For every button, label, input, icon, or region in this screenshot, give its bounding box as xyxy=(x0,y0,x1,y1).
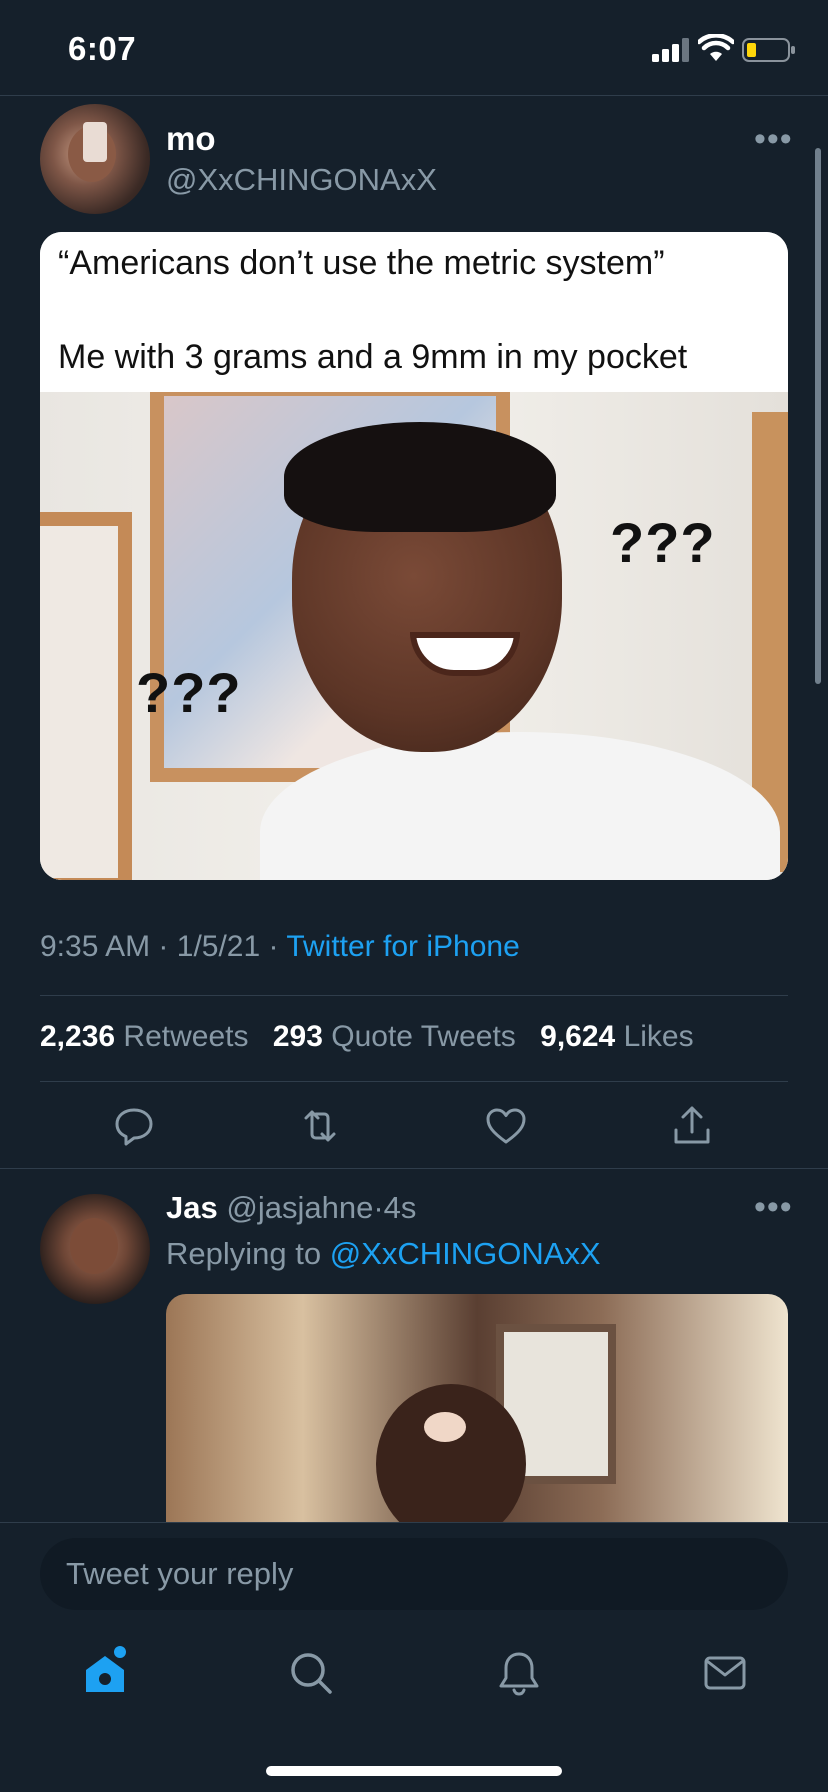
likes-label: Likes xyxy=(623,1020,694,1053)
reply-icon[interactable] xyxy=(112,1104,156,1148)
share-icon[interactable] xyxy=(670,1104,714,1148)
reply-more-options-icon[interactable]: ••• xyxy=(754,1190,793,1224)
status-bar: 6:07 xyxy=(0,0,828,96)
meme-question-marks-left: ??? xyxy=(136,661,242,724)
divider xyxy=(0,1168,828,1169)
divider xyxy=(40,1081,788,1082)
home-indicator[interactable] xyxy=(266,1766,562,1776)
quotes-stat[interactable]: 293 Quote Tweets xyxy=(273,1020,532,1053)
meme-frame xyxy=(40,512,132,880)
reply-handle[interactable]: @jasjahne xyxy=(226,1190,373,1225)
status-time: 6:07 xyxy=(68,30,137,67)
retweets-count: 2,236 xyxy=(40,1020,116,1053)
reply-media[interactable] xyxy=(166,1294,788,1524)
battery-low-icon xyxy=(742,38,795,62)
reply-display-name[interactable]: Jas xyxy=(166,1190,218,1225)
more-options-icon[interactable]: ••• xyxy=(754,122,793,156)
scrollbar[interactable] xyxy=(815,148,821,684)
meme-photo: ??? ??? xyxy=(40,392,788,880)
reply-avatar[interactable] xyxy=(40,1194,150,1304)
tweet-date[interactable]: 1/5/21 xyxy=(177,930,260,963)
tweet-actions xyxy=(0,1100,828,1160)
meta-separator: · xyxy=(158,930,169,963)
tweet-timestamp: 9:35 AM · 1/5/21 · Twitter for iPhone xyxy=(40,930,520,964)
avatar[interactable] xyxy=(40,104,150,214)
likes-count: 9,624 xyxy=(540,1020,616,1053)
replying-to: Replying to @XxCHINGONAxX xyxy=(166,1236,601,1272)
retweets-stat[interactable]: 2,236 Retweets xyxy=(40,1020,264,1053)
avatar-face xyxy=(70,1218,118,1274)
reply-media-mouth xyxy=(424,1412,466,1442)
retweet-icon[interactable] xyxy=(298,1104,342,1148)
replying-to-handle[interactable]: @XxCHINGONAxX xyxy=(330,1236,601,1271)
signal-bars-icon xyxy=(652,38,689,62)
replying-prefix: Replying to xyxy=(166,1236,322,1271)
reply-age: 4s xyxy=(383,1190,417,1225)
likes-stat[interactable]: 9,624 Likes xyxy=(540,1020,709,1053)
meme-hair xyxy=(284,422,556,532)
like-icon[interactable] xyxy=(484,1104,528,1148)
notifications-icon[interactable] xyxy=(494,1648,544,1698)
meme-caption-line2: Me with 3 grams and a 9mm in my pocket xyxy=(58,338,688,376)
tweet-display-name[interactable]: mo xyxy=(166,120,216,158)
tweet-media[interactable]: “Americans don’t use the metric system” … xyxy=(40,232,788,880)
reply-header: Jas @jasjahne·4s xyxy=(166,1190,416,1226)
messages-icon[interactable] xyxy=(700,1648,750,1698)
retweets-label: Retweets xyxy=(123,1020,249,1053)
meme-caption-line1: “Americans don’t use the metric system” xyxy=(58,244,665,282)
meta-separator: · xyxy=(268,930,279,963)
divider xyxy=(40,995,788,996)
tweet-time[interactable]: 9:35 AM xyxy=(40,930,150,963)
home-notification-dot xyxy=(114,1646,126,1658)
reply-separator: · xyxy=(373,1190,384,1225)
tweet-handle[interactable]: @XxCHINGONAxX xyxy=(166,162,437,198)
tweet-source-link[interactable]: Twitter for iPhone xyxy=(286,930,519,963)
quotes-count: 293 xyxy=(272,1020,323,1053)
wifi-icon xyxy=(698,34,734,61)
search-icon[interactable] xyxy=(286,1648,336,1698)
meme-question-marks-right: ??? xyxy=(610,511,716,574)
quotes-label: Quote Tweets xyxy=(331,1020,516,1053)
tweet-stats: 2,236 Retweets 293 Quote Tweets 9,624 Li… xyxy=(40,1020,710,1054)
avatar-phone xyxy=(83,122,107,162)
reply-input[interactable] xyxy=(40,1538,788,1610)
meme-caption: “Americans don’t use the metric system” … xyxy=(40,232,788,392)
